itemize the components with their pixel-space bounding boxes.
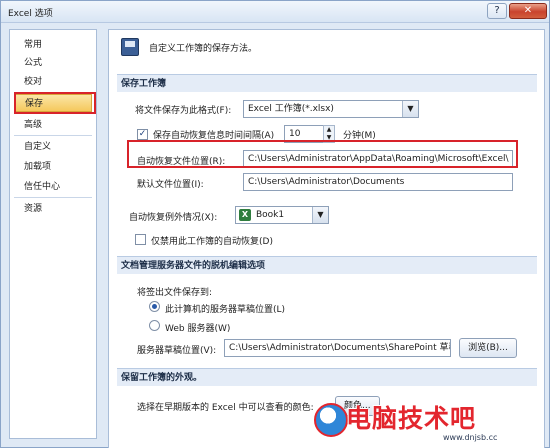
save-disk-icon [121, 38, 139, 56]
chevron-down-icon[interactable]: ▼ [312, 207, 328, 223]
title-bar: Excel 选项 ? ✕ [1, 1, 549, 23]
autorecover-highlight-box [127, 140, 518, 168]
sidebar-item-resources[interactable]: 资源 [14, 200, 92, 218]
radio-web-server-label: Web 服务器(W) [165, 324, 231, 334]
content-header-text: 自定义工作簿的保存方法。 [149, 44, 258, 54]
chevron-down-icon[interactable]: ▼ [402, 101, 418, 117]
save-highlight-box [14, 92, 96, 114]
watermark-text: 电脑技术吧 [346, 404, 477, 433]
sidebar-divider [14, 135, 92, 136]
sidebar-item-customize[interactable]: 自定义 [14, 138, 92, 156]
autorecover-exceptions-label: 自动恢复例外情况(X): [129, 213, 218, 223]
save-format-label: 将文件保存为此格式(F): [135, 106, 232, 116]
exceptions-workbook-dropdown[interactable]: X Book1 ▼ [235, 206, 329, 224]
default-location-input[interactable]: C:\Users\Administrator\Documents [243, 173, 513, 191]
watermark-url: www.dnjsb.cc [443, 433, 498, 442]
help-button[interactable]: ? [487, 3, 507, 19]
window-title: Excel 选项 [8, 9, 53, 19]
content-header: 自定义工作簿的保存方法。 [109, 30, 544, 64]
sidebar-item-trust-center[interactable]: 信任中心 [14, 178, 92, 196]
save-format-dropdown[interactable]: Excel 工作簿(*.xlsx) ▼ [243, 100, 419, 118]
sidebar-item-formulas[interactable]: 公式 [14, 54, 92, 72]
browse-button[interactable]: 浏览(B)... [459, 338, 517, 358]
options-sidebar: 常用 公式 校对 保存 高级 自定义 加载项 信任中心 资源 [9, 29, 97, 439]
sidebar-item-proofing[interactable]: 校对 [14, 73, 92, 91]
disable-autorecover-checkbox[interactable] [135, 234, 146, 245]
autorecover-checkbox[interactable]: ✓ [137, 129, 148, 140]
exceptions-workbook-value: Book1 [256, 210, 285, 220]
radio-local-drafts-label: 此计算机的服务器草稿位置(L) [165, 305, 286, 315]
watermark-logo-icon [314, 403, 348, 437]
excel-icon: X [239, 209, 251, 221]
excel-options-window: Excel 选项 ? ✕ 常用 公式 校对 保存 高级 自定义 加载项 信任中心… [0, 0, 550, 448]
save-checked-out-label: 将签出文件保存到: [137, 288, 213, 298]
sidebar-item-advanced[interactable]: 高级 [14, 116, 92, 134]
default-location-label: 默认文件位置(I): [137, 180, 204, 190]
sidebar-item-general[interactable]: 常用 [14, 36, 92, 54]
options-content: 自定义工作簿的保存方法。 保存工作簿 将文件保存为此格式(F): Excel 工… [108, 29, 545, 448]
section-preserve-appearance: 保留工作簿的外观。 [117, 368, 537, 386]
save-format-value: Excel 工作簿(*.xlsx) [248, 104, 334, 114]
disable-autorecover-label: 仅禁用此工作簿的自动恢复(D) [151, 237, 273, 247]
sidebar-divider [14, 197, 92, 198]
spin-up-icon[interactable]: ▲ [324, 126, 334, 134]
close-button[interactable]: ✕ [509, 3, 547, 19]
radio-local-drafts[interactable] [149, 301, 160, 312]
section-offline-editing: 文档管理服务器文件的脱机编辑选项 [117, 256, 537, 274]
drafts-location-input[interactable]: C:\Users\Administrator\Documents\SharePo… [224, 339, 451, 357]
colors-label: 选择在早期版本的 Excel 中可以查看的颜色: [137, 403, 314, 413]
radio-web-server[interactable] [149, 320, 160, 331]
sidebar-item-addins[interactable]: 加载项 [14, 158, 92, 176]
section-save-workbooks: 保存工作簿 [117, 74, 537, 92]
drafts-location-label: 服务器草稿位置(V): [137, 346, 217, 356]
